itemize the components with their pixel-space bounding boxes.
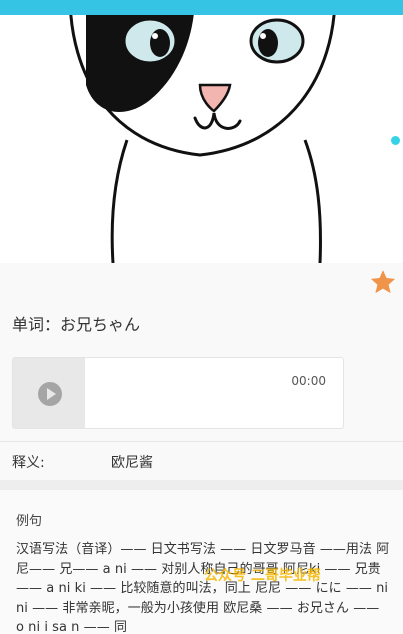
favorite-button[interactable]: [369, 268, 397, 296]
player-controls: [13, 358, 85, 428]
play-icon[interactable]: [38, 382, 62, 406]
examples-text: 汉语写法（音译）—— 日文书写法 —— 日文罗马音 ——用法 阿尼—— 兄—— …: [16, 542, 390, 634]
cat-illustration: [0, 15, 403, 263]
word-label: 单词：: [12, 315, 61, 334]
watermark-text: 公众号 二哥毕业帮: [204, 568, 321, 584]
examples-section: 例句 汉语写法（音译）—— 日文书写法 —— 日文罗马音 ——用法 阿尼—— 兄…: [0, 490, 403, 634]
top-status-bar: [0, 0, 403, 15]
page-indicator-dot: [391, 136, 400, 145]
divider: [0, 441, 403, 442]
word-line: 单词：お兄ちゃん: [12, 311, 140, 335]
meaning-value: 欧尼酱: [111, 455, 153, 471]
star-icon: [370, 270, 396, 294]
word-value: お兄ちゃん: [60, 315, 141, 334]
section-gap: [0, 480, 403, 490]
examples-title: 例句: [16, 514, 43, 529]
player-time: 00:00: [291, 374, 326, 388]
meaning-label: 释义:: [12, 455, 45, 471]
audio-player: 00:00: [12, 357, 344, 429]
